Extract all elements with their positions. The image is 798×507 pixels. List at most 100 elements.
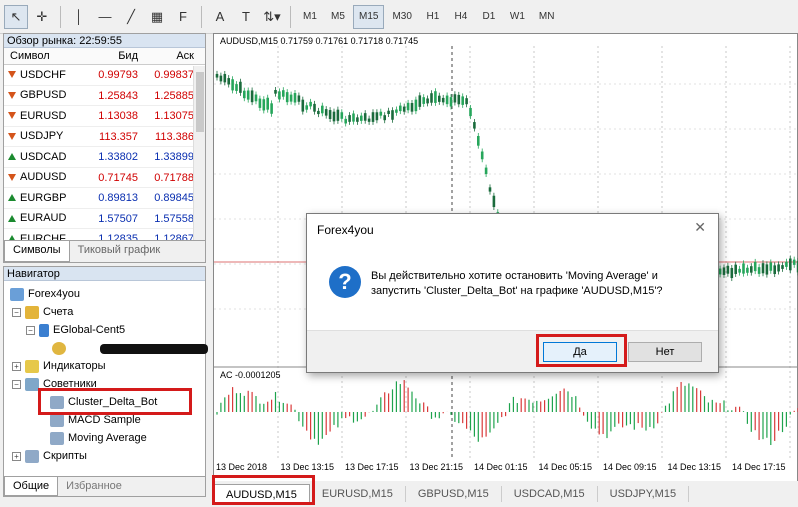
candle-body (418, 95, 422, 107)
candle-body (792, 259, 796, 265)
timeframe-m30[interactable]: M30 (386, 5, 417, 29)
nav-accounts[interactable]: − Счета (12, 303, 73, 321)
indicator-bar (664, 405, 667, 412)
text-tool-icon[interactable]: A (208, 5, 232, 29)
crosshair-tool-icon[interactable]: ✛ (30, 5, 54, 29)
column-symbol[interactable]: Символ (4, 48, 86, 64)
timeframe-m5[interactable]: M5 (325, 5, 351, 29)
timeframe-h1[interactable]: H1 (420, 5, 446, 29)
vertical-line-tool-icon[interactable]: │ (67, 5, 91, 29)
symbol-name: GBPUSD (20, 89, 67, 101)
indicator-bar (356, 412, 358, 422)
indicator-bar (778, 412, 780, 431)
indicator-bar (345, 412, 347, 419)
indicator-bar (427, 406, 429, 412)
indicator-bar (606, 412, 608, 439)
server-icon (39, 323, 49, 337)
no-button[interactable]: Нет (628, 342, 702, 362)
candle-body (773, 265, 776, 275)
trendline-tool-icon[interactable]: ╱ (119, 5, 143, 29)
text-label-tool-icon[interactable]: T (234, 5, 258, 29)
tab-favorites[interactable]: Избранное (58, 477, 130, 496)
tab-symbols[interactable]: Символы (4, 241, 70, 262)
market-watch-tabs: Символы Тиковый график (4, 240, 205, 262)
indicator-bar (485, 412, 487, 437)
nav-indicators[interactable]: + Индикаторы (12, 357, 106, 375)
collapse-icon[interactable]: − (12, 307, 21, 317)
nav-scripts[interactable]: + Скрипты (12, 447, 87, 465)
market-watch-row[interactable]: GBPUSD 1.25843 1.25885 (4, 86, 205, 106)
symbol-cell: AUDUSD (4, 168, 86, 188)
candle-body (402, 106, 406, 112)
candle-body (395, 109, 398, 113)
timeframe-w1[interactable]: W1 (504, 5, 531, 29)
chart-tab-eurusd[interactable]: EURUSD,M15 (310, 486, 406, 502)
candle-body (293, 93, 297, 103)
column-ask[interactable]: Аск (142, 48, 198, 64)
candle-body (258, 98, 262, 108)
collapse-icon[interactable]: − (12, 379, 21, 389)
nav-advisor-moving-average[interactable]: Moving Average (50, 429, 147, 447)
expand-icon[interactable]: + (12, 361, 21, 371)
candle-body (246, 90, 250, 100)
market-watch-row[interactable]: USDJPY 113.357 113.386 (4, 127, 205, 147)
indicator-bar (758, 412, 760, 440)
candle-body (336, 109, 340, 121)
fibonacci-tool-icon[interactable]: F (171, 5, 195, 29)
candle-body (215, 73, 219, 78)
candle-body (492, 195, 496, 208)
indicator-bar (688, 383, 690, 412)
market-watch-row[interactable]: EURUSD 1.13038 1.13075 (4, 106, 205, 127)
indicator-bar (579, 407, 581, 412)
market-watch-row[interactable]: EURAUD 1.57507 1.57558 (4, 209, 205, 229)
candle-body (426, 98, 429, 104)
nav-root[interactable]: Forex4you (10, 285, 80, 303)
indicator-bar (742, 411, 745, 412)
indicator-bar (466, 412, 468, 429)
indicator-bar (762, 412, 764, 440)
market-watch-row[interactable]: USDCAD 1.33802 1.33899 (4, 147, 205, 168)
market-watch-row[interactable]: EURGBP 0.89813 0.89845 (4, 188, 205, 209)
close-icon[interactable]: ✕ (694, 219, 706, 236)
candle-body (488, 187, 492, 192)
arrows-tool-icon[interactable]: ⇅▾ (260, 5, 284, 29)
timeframe-mn[interactable]: MN (533, 5, 561, 29)
indicator-bar (376, 404, 378, 412)
market-watch-row[interactable]: AUDUSD 0.71745 0.71788 (4, 168, 205, 188)
candle-body (340, 112, 344, 119)
chart-tab-gbpusd[interactable]: GBPUSD,M15 (406, 486, 502, 502)
candle-body (317, 110, 320, 115)
timeframe-d1[interactable]: D1 (476, 5, 502, 29)
indicator-bar (711, 399, 713, 412)
cursor-tool-icon[interactable]: ↖ (4, 4, 28, 29)
indicator-bar (302, 412, 304, 427)
indicator-bar (294, 409, 296, 412)
confirm-dialog: Forex4you ✕ ? Вы действительно хотите ос… (306, 213, 719, 373)
chart-tab-usdcad[interactable]: USDCAD,M15 (502, 486, 598, 502)
indicator-bar (235, 393, 238, 412)
timeframe-m15[interactable]: M15 (353, 4, 385, 29)
collapse-icon[interactable]: − (26, 325, 35, 335)
scrollbar-thumb[interactable] (196, 72, 204, 132)
candle-body (722, 267, 726, 275)
candle-body (457, 94, 461, 105)
candle-body (430, 93, 433, 103)
tab-general[interactable]: Общие (4, 477, 59, 496)
chart-tab-usdjpy[interactable]: USDJPY,M15 (598, 486, 690, 502)
timeframe-h4[interactable]: H4 (448, 5, 474, 29)
column-bid[interactable]: Бид (86, 48, 142, 64)
horizontal-line-tool-icon[interactable]: — (93, 5, 117, 29)
tab-tick-chart[interactable]: Тиковый график (70, 241, 169, 262)
nav-account-item[interactable] (52, 339, 66, 357)
indicator-bar (789, 412, 791, 415)
nav-server[interactable]: − EGlobal-Cent5 (26, 321, 125, 339)
channel-tool-icon[interactable]: ▦ (145, 5, 169, 29)
indicator-bar (271, 399, 273, 412)
market-watch-row[interactable]: USDCHF 0.99793 0.99837 (4, 65, 205, 86)
indicator-bar (731, 410, 733, 412)
expand-icon[interactable]: + (12, 451, 21, 461)
indicator-bar (462, 412, 464, 424)
indicator-bar (434, 412, 436, 418)
timeframe-m1[interactable]: M1 (297, 5, 323, 29)
market-watch-scrollbar[interactable] (193, 66, 205, 242)
